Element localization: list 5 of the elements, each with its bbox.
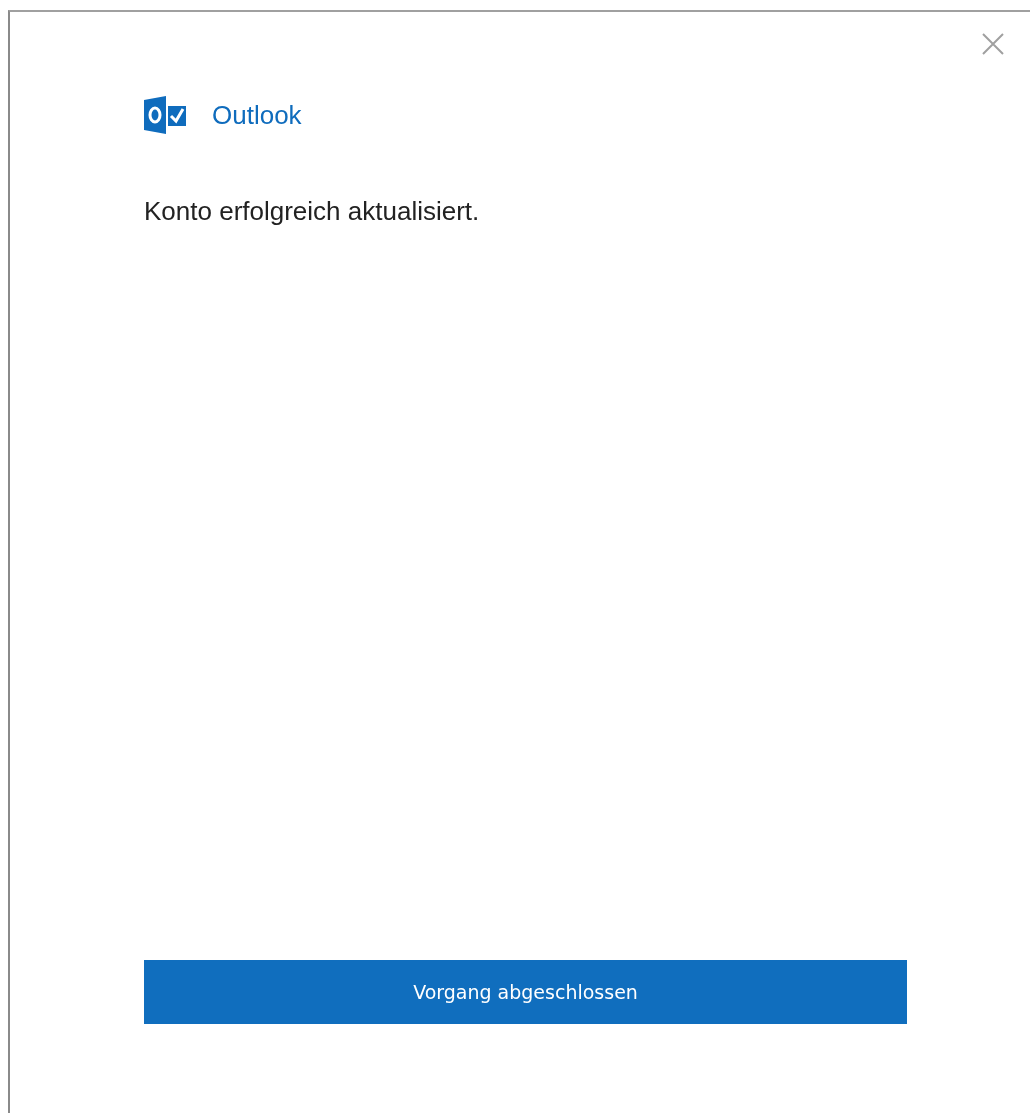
finish-button[interactable]: Vorgang abgeschlossen	[144, 960, 907, 1024]
close-icon[interactable]	[982, 33, 1004, 55]
app-name: Outlook	[212, 99, 302, 131]
status-message: Konto erfolgreich aktualisiert.	[144, 196, 481, 227]
envelope-logo-icon	[144, 96, 186, 134]
